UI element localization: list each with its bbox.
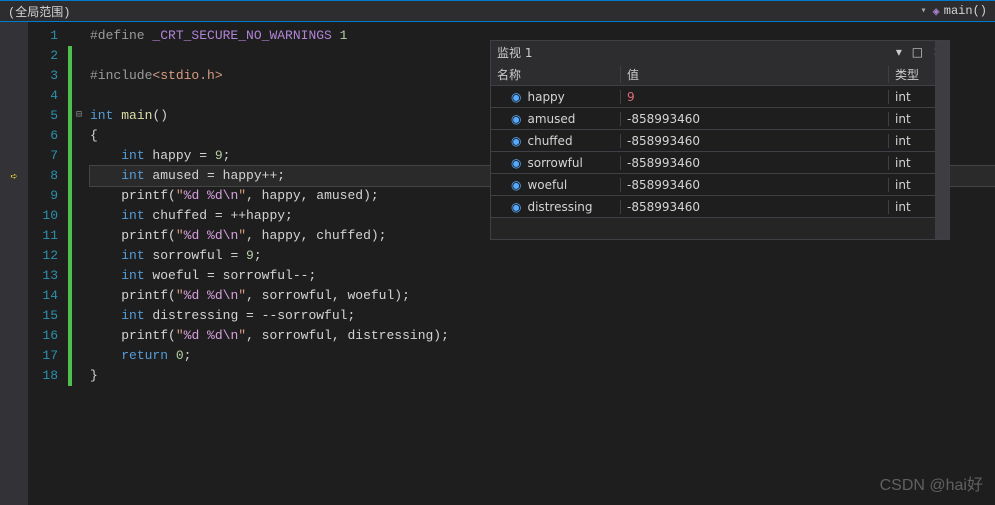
code-line[interactable]: }	[90, 366, 995, 386]
watch-empty-row[interactable]	[491, 217, 949, 239]
line-number: 13	[28, 266, 58, 286]
fold-toggle	[72, 86, 86, 106]
fold-toggle	[72, 146, 86, 166]
code-line[interactable]: int distressing = --sorrowful;	[90, 306, 995, 326]
watch-var-name: chuffed	[527, 134, 572, 148]
fold-toggle	[72, 166, 86, 186]
col-name[interactable]: 名称	[491, 66, 621, 83]
line-number: 9	[28, 186, 58, 206]
line-number: 2	[28, 46, 58, 66]
fold-toggle	[72, 246, 86, 266]
function-icon: ◈	[933, 4, 940, 19]
watch-var-name: woeful	[527, 178, 567, 192]
col-value[interactable]: 值	[621, 66, 889, 83]
watch-scrollbar[interactable]	[935, 41, 949, 239]
watch-var-name: happy	[527, 90, 564, 104]
watch-title-text: 监视 1	[497, 44, 532, 61]
fold-toggle	[72, 26, 86, 46]
fold-toggle	[72, 46, 86, 66]
line-number: 1	[28, 26, 58, 46]
watch-row[interactable]: ◉amused-858993460int	[491, 107, 949, 129]
fold-toggle	[72, 66, 86, 86]
dropdown-icon[interactable]: ▾	[896, 45, 902, 59]
line-number: 12	[28, 246, 58, 266]
maximize-icon[interactable]: □	[912, 45, 923, 59]
watch-var-value[interactable]: 9	[621, 90, 889, 104]
line-number: 4	[28, 86, 58, 106]
watch-var-value[interactable]: -858993460	[621, 200, 889, 214]
watch-var-value[interactable]: -858993460	[621, 112, 889, 126]
line-number: 6	[28, 126, 58, 146]
line-number: 7	[28, 146, 58, 166]
watch-titlebar[interactable]: 监视 1 ▾ □ ✕	[491, 41, 949, 63]
line-number: 14	[28, 286, 58, 306]
function-dropdown[interactable]: main()	[944, 4, 987, 18]
variable-icon: ◉	[511, 200, 521, 214]
line-number: 15	[28, 306, 58, 326]
dropdown-arrow-icon[interactable]: ▾	[921, 5, 927, 17]
fold-toggle	[72, 266, 86, 286]
line-number: 17	[28, 346, 58, 366]
fold-toggle	[72, 346, 86, 366]
watch-var-name: sorrowful	[527, 156, 582, 170]
variable-icon: ◉	[511, 134, 521, 148]
fold-toggle[interactable]: ⊟	[72, 106, 86, 126]
code-line[interactable]: printf("%d %d\n", sorrowful, distressing…	[90, 326, 995, 346]
line-number: 3	[28, 66, 58, 86]
scope-dropdown[interactable]: (全局范围)	[8, 3, 70, 20]
fold-toggle	[72, 326, 86, 346]
variable-icon: ◉	[511, 156, 521, 170]
watch-row[interactable]: ◉sorrowful-858993460int	[491, 151, 949, 173]
variable-icon: ◉	[511, 90, 521, 104]
watch-var-name: distressing	[527, 200, 592, 214]
watch-row[interactable]: ◉woeful-858993460int	[491, 173, 949, 195]
variable-icon: ◉	[511, 178, 521, 192]
line-number: 16	[28, 326, 58, 346]
watch-var-value[interactable]: -858993460	[621, 178, 889, 192]
fold-toggle	[72, 186, 86, 206]
code-line[interactable]: int woeful = sorrowful--;	[90, 266, 995, 286]
line-number: 8	[28, 166, 58, 186]
watermark: CSDN @hai好	[880, 471, 983, 495]
fold-toggle	[72, 366, 86, 386]
line-number: 18	[28, 366, 58, 386]
code-line[interactable]: printf("%d %d\n", sorrowful, woeful);	[90, 286, 995, 306]
fold-toggle	[72, 206, 86, 226]
line-number-gutter: 123456789101112131415161718	[28, 22, 68, 505]
watch-row[interactable]: ◉chuffed-858993460int	[491, 129, 949, 151]
watch-row[interactable]: ◉happy9int	[491, 85, 949, 107]
line-number: 5	[28, 106, 58, 126]
code-line[interactable]: int sorrowful = 9;	[90, 246, 995, 266]
navigation-bar: (全局范围) ▾ ◈ main()	[0, 0, 995, 22]
fold-toggle	[72, 306, 86, 326]
line-number: 11	[28, 226, 58, 246]
watch-panel[interactable]: 监视 1 ▾ □ ✕ 名称 值 类型 ◉happy9int◉amused-858…	[490, 40, 950, 240]
watch-var-value[interactable]: -858993460	[621, 156, 889, 170]
code-line[interactable]: return 0;	[90, 346, 995, 366]
watch-row[interactable]: ◉distressing-858993460int	[491, 195, 949, 217]
watch-var-name: amused	[527, 112, 575, 126]
variable-icon: ◉	[511, 112, 521, 126]
fold-gutter[interactable]: ⊟	[72, 22, 86, 505]
breakpoint-gutter[interactable]: ➪	[0, 22, 28, 505]
watch-var-value[interactable]: -858993460	[621, 134, 889, 148]
watch-header-row: 名称 值 类型	[491, 63, 949, 85]
fold-toggle	[72, 126, 86, 146]
execution-pointer-icon: ➪	[10, 169, 17, 184]
fold-toggle	[72, 226, 86, 246]
fold-toggle	[72, 286, 86, 306]
line-number: 10	[28, 206, 58, 226]
